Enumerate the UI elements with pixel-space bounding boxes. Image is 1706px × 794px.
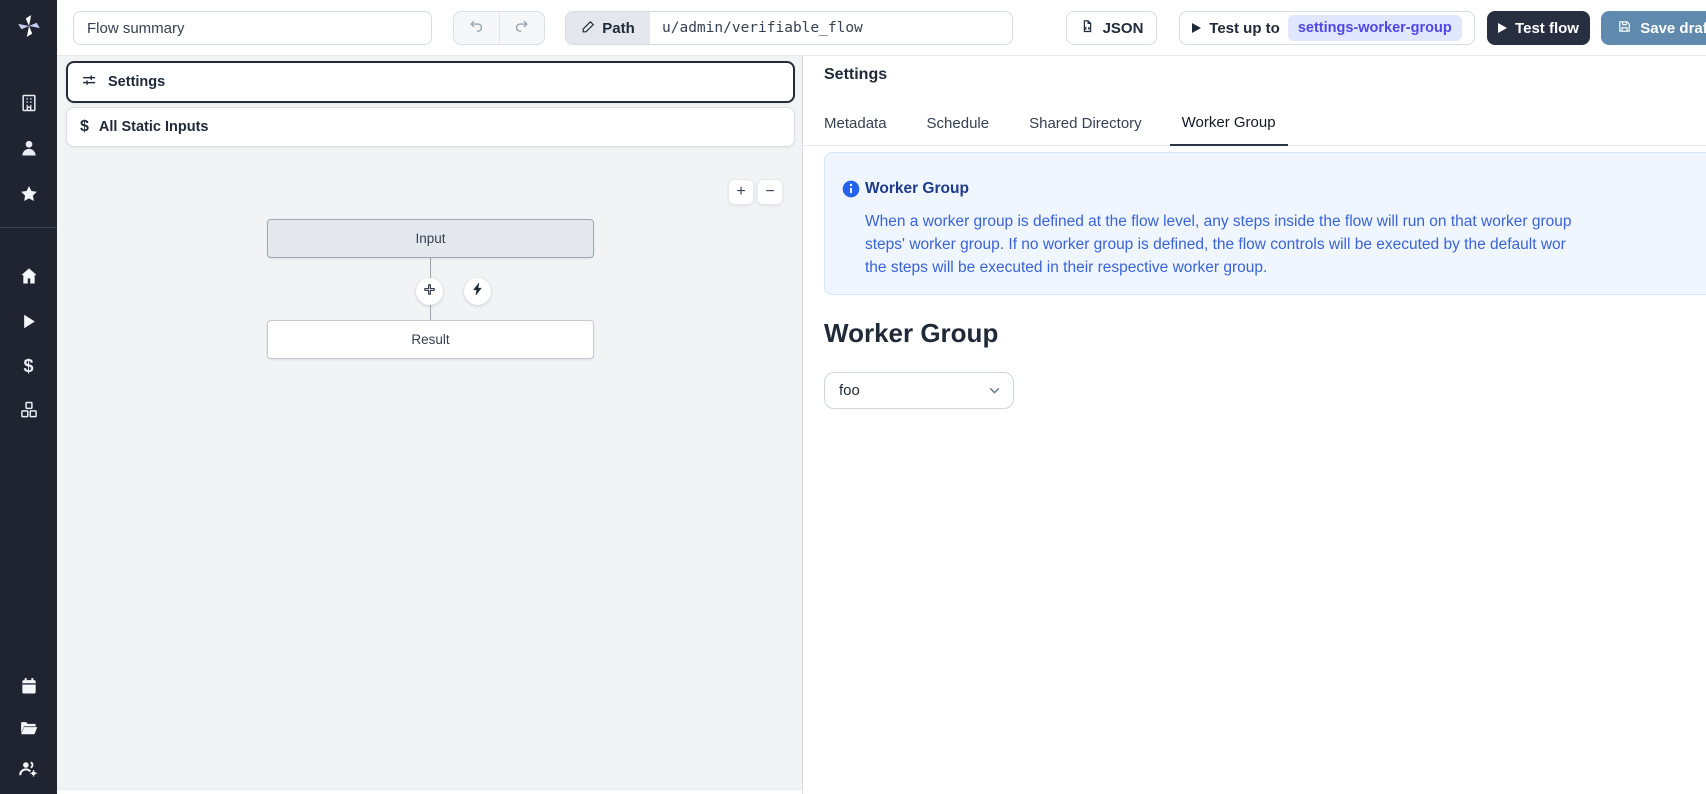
alert-line: steps' worker group. If no worker group … — [865, 233, 1571, 256]
chevron-down-icon — [986, 382, 1003, 399]
flow-settings-label: Settings — [108, 74, 165, 90]
json-button-label: JSON — [1103, 20, 1144, 37]
file-code-icon — [1080, 19, 1095, 38]
windmill-logo-icon — [16, 13, 42, 44]
users-gear-icon — [18, 758, 39, 779]
sliders-icon — [81, 72, 98, 93]
alert-line: the steps will be executed in their resp… — [865, 256, 1571, 279]
add-trigger-button[interactable] — [464, 278, 491, 305]
play-icon — [1498, 23, 1507, 33]
sidebar-divider — [0, 227, 57, 228]
save-icon — [1617, 19, 1632, 38]
alert-title: Worker Group — [865, 180, 969, 198]
test-up-to-button[interactable]: Test up to settings-worker-group — [1179, 11, 1475, 45]
sidebar-item-home[interactable] — [0, 258, 57, 294]
settings-tabs: Metadata Schedule Shared Directory Worke… — [812, 100, 1288, 146]
test-flow-button[interactable]: Test flow — [1487, 11, 1590, 45]
test-flow-label: Test flow — [1515, 20, 1579, 37]
flow-summary-value: Flow summary — [87, 20, 185, 37]
input-node[interactable]: Input — [267, 219, 594, 258]
flow-settings-panel: Settings Metadata Schedule Shared Direct… — [804, 56, 1706, 794]
undo-icon — [468, 17, 485, 39]
path-input[interactable]: u/admin/verifiable_flow — [650, 12, 1012, 44]
sidebar: $ — [0, 0, 57, 794]
worker-group-select-value: foo — [839, 382, 860, 399]
pencil-icon — [581, 19, 596, 38]
edit-path-button[interactable]: Path — [566, 12, 650, 44]
windmill-logo[interactable] — [0, 0, 57, 56]
flow-graph-panel: Settings $ All Static Inputs + − Input R… — [57, 56, 803, 794]
sidebar-item-folders[interactable] — [0, 710, 57, 746]
all-static-inputs-label: All Static Inputs — [99, 119, 209, 135]
topbar: Flow summary Path — [57, 0, 1706, 56]
dollar-icon: $ — [80, 119, 89, 135]
sidebar-item-resources[interactable] — [0, 392, 57, 428]
undo-button[interactable] — [454, 12, 499, 44]
sidebar-item-favorites[interactable] — [0, 176, 57, 212]
folder-open-icon — [19, 718, 39, 738]
flow-settings-row[interactable]: Settings — [66, 61, 795, 103]
alert-body: When a worker group is defined at the fl… — [865, 210, 1571, 279]
test-up-to-label: Test up to — [1209, 20, 1280, 37]
user-icon — [19, 138, 39, 158]
worker-group-select[interactable]: foo — [824, 372, 1014, 409]
worker-group-section-title: Worker Group — [824, 318, 998, 349]
undo-redo-group — [453, 11, 545, 45]
path-value: u/admin/verifiable_flow — [662, 20, 863, 36]
sidebar-item-schedules[interactable] — [0, 668, 57, 704]
lightning-icon — [471, 282, 485, 301]
worker-group-info-alert: Worker Group When a worker group is defi… — [824, 152, 1706, 295]
test-up-to-target-badge: settings-worker-group — [1288, 15, 1462, 41]
json-button[interactable]: JSON — [1066, 11, 1157, 45]
add-step-button[interactable] — [416, 278, 443, 305]
sidebar-item-variables[interactable]: $ — [0, 348, 57, 384]
play-icon — [1192, 23, 1201, 33]
settings-panel-title: Settings — [824, 66, 887, 84]
play-icon — [19, 312, 38, 331]
dollar-icon: $ — [23, 357, 33, 375]
tab-metadata[interactable]: Metadata — [812, 100, 899, 146]
zoom-in-button[interactable]: + — [728, 179, 754, 205]
zoom-out-button[interactable]: − — [757, 179, 783, 205]
plus-icon — [422, 282, 437, 302]
path-label: Path — [602, 20, 635, 37]
redo-icon — [513, 17, 530, 39]
tab-schedule[interactable]: Schedule — [915, 100, 1002, 146]
sidebar-item-runs[interactable] — [0, 303, 57, 339]
all-static-inputs-row[interactable]: $ All Static Inputs — [66, 107, 795, 147]
result-node[interactable]: Result — [267, 320, 594, 359]
flow-panel-bottom-strip — [57, 789, 802, 794]
flow-summary-input[interactable]: Flow summary — [73, 11, 432, 45]
tab-shared-directory[interactable]: Shared Directory — [1017, 100, 1154, 146]
building-icon — [19, 93, 39, 113]
sidebar-item-workers[interactable] — [0, 750, 57, 786]
save-draft-label: Save draft — [1640, 20, 1706, 37]
sidebar-item-workspace[interactable] — [0, 85, 57, 121]
save-draft-button[interactable]: Save draft — [1601, 11, 1706, 45]
redo-button[interactable] — [499, 12, 544, 44]
path-control: Path u/admin/verifiable_flow — [565, 11, 1013, 45]
sidebar-item-user[interactable] — [0, 130, 57, 166]
home-icon — [19, 266, 39, 286]
info-icon — [841, 179, 861, 204]
star-icon — [19, 184, 39, 204]
alert-line: When a worker group is defined at the fl… — [865, 210, 1571, 233]
boxes-icon — [19, 400, 39, 420]
calendar-icon — [19, 676, 39, 696]
tab-worker-group[interactable]: Worker Group — [1170, 100, 1288, 146]
